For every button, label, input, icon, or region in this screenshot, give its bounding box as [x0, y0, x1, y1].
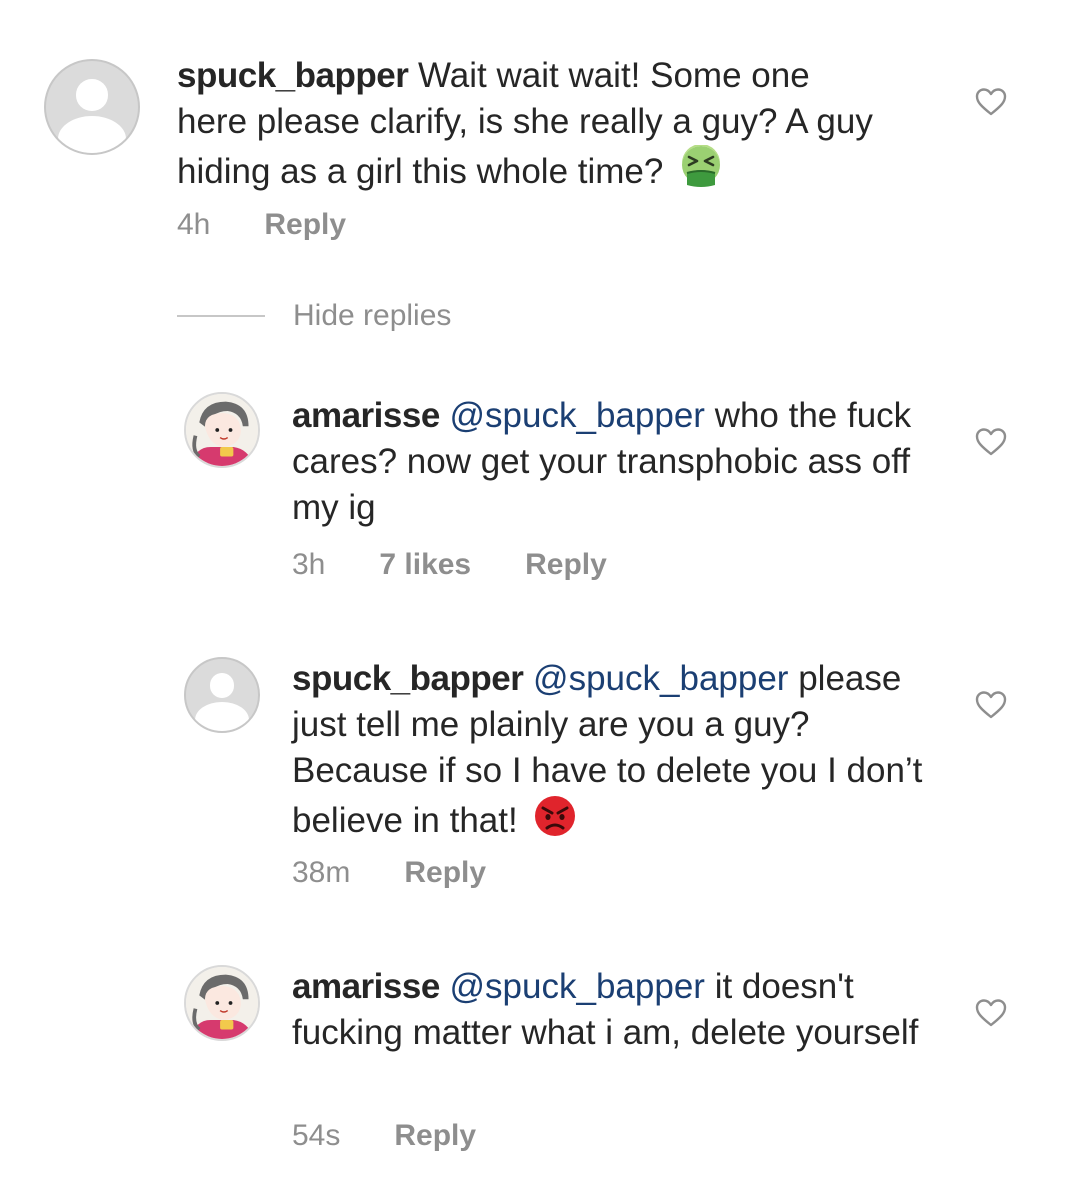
mention-link[interactable]: @spuck_bapper: [450, 396, 705, 435]
comment-meta: 4h Reply: [177, 207, 346, 243]
avatar-head-shape: [76, 79, 108, 111]
comment-username[interactable]: spuck_bapper: [292, 659, 524, 698]
angry-face-icon: [535, 796, 576, 836]
comment-timestamp: 38m: [292, 856, 351, 889]
reply-button[interactable]: Reply: [525, 547, 607, 583]
like-heart-icon[interactable]: [975, 998, 1007, 1028]
like-heart-icon[interactable]: [975, 690, 1007, 720]
like-heart-icon[interactable]: [975, 87, 1007, 117]
comment-timestamp: 3h: [292, 548, 326, 581]
comment-text-block: spuck_bapper @spuck_bapper please just t…: [292, 656, 932, 844]
avatar[interactable]: [184, 392, 260, 468]
mention-link[interactable]: @spuck_bapper: [450, 967, 705, 1006]
comment-username[interactable]: amarisse: [292, 967, 440, 1006]
like-heart-icon[interactable]: [975, 427, 1007, 457]
hide-replies-label: Hide replies: [293, 299, 452, 332]
comment-timestamp: 4h: [177, 208, 211, 241]
hide-replies-toggle[interactable]: Hide replies: [177, 298, 451, 334]
comment-text-block: amarisse @spuck_bapper who the fuck care…: [292, 393, 952, 531]
divider-line: [177, 315, 265, 317]
comments-thread: spuck_bapper Wait wait wait! Some one he…: [0, 0, 1067, 1200]
avatar[interactable]: [44, 59, 140, 155]
mention-link[interactable]: @spuck_bapper: [533, 659, 788, 698]
illustrated-avatar-image: [186, 967, 258, 1039]
likes-count[interactable]: 7 likes: [379, 547, 471, 583]
avatar-body-shape: [195, 702, 249, 731]
comment-meta: 54s Reply: [292, 1118, 476, 1154]
comment-text-block: spuck_bapper Wait wait wait! Some one he…: [177, 53, 877, 195]
illustrated-avatar-image: [186, 394, 258, 466]
comment-text-block: amarisse @spuck_bapper it doesn't fuckin…: [292, 964, 932, 1056]
avatar[interactable]: [184, 965, 260, 1041]
reply-button[interactable]: Reply: [264, 207, 346, 243]
avatar[interactable]: [184, 657, 260, 733]
comment-meta: 38m Reply: [292, 855, 486, 891]
reply-button[interactable]: Reply: [404, 855, 486, 891]
comment-timestamp: 54s: [292, 1119, 341, 1152]
comment-meta: 3h 7 likes Reply: [292, 547, 607, 583]
reply-button[interactable]: Reply: [394, 1118, 476, 1154]
nauseated-face-icon: [682, 145, 721, 187]
avatar-body-shape: [57, 116, 127, 153]
avatar-head-shape: [209, 673, 235, 698]
comment-username[interactable]: spuck_bapper: [177, 56, 409, 95]
comment-username[interactable]: amarisse: [292, 396, 440, 435]
